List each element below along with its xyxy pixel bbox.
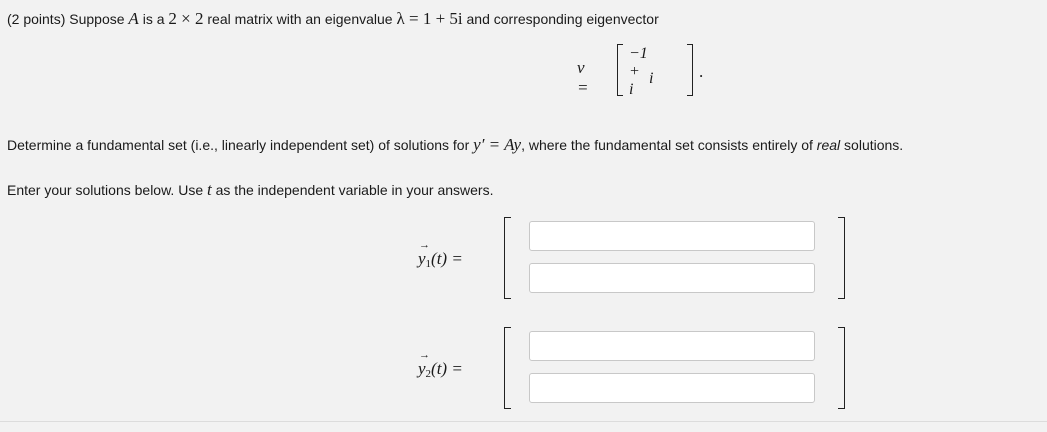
divider	[0, 421, 1047, 422]
matrix-name: A	[128, 9, 139, 28]
task-statement: Determine a fundamental set (i.e., linea…	[7, 135, 904, 154]
ode-equation: y′ = Ay	[473, 135, 522, 154]
answer-2-entry-2[interactable]	[529, 373, 815, 403]
left-bracket	[617, 44, 623, 96]
answer-label-2: y2(t) =	[418, 349, 463, 380]
answer-1-entry-2[interactable]	[529, 263, 815, 293]
right-bracket	[838, 217, 845, 299]
points-label: (2 points)	[7, 11, 66, 27]
answer-2-entry-1[interactable]	[529, 331, 815, 361]
problem-statement: (2 points) Suppose A is a 2 × 2 real mat…	[7, 9, 659, 28]
independent-variable: t	[207, 180, 212, 199]
matrix-dims: 2 × 2	[168, 9, 204, 28]
eigenvalue: λ = 1 + 5i	[396, 9, 463, 28]
eigenvector-entry-1: −1 + i	[629, 45, 648, 98]
period: .	[699, 62, 704, 81]
left-bracket	[504, 217, 511, 299]
answer-label-1: y1(t) =	[418, 239, 463, 270]
instructions: Enter your solutions below. Use t as the…	[7, 180, 494, 199]
eigenvector-lhs: v =	[577, 58, 589, 97]
eigenvector-entry-2: i	[649, 70, 654, 87]
right-bracket	[687, 44, 693, 96]
answer-1-entry-1[interactable]	[529, 221, 815, 251]
right-bracket	[838, 327, 845, 409]
left-bracket	[504, 327, 511, 409]
